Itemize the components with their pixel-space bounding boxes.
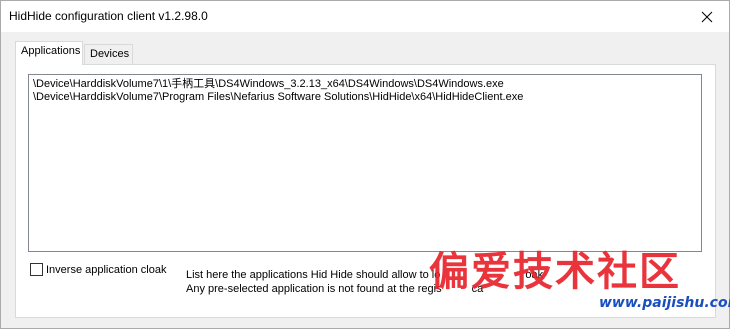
tab-applications[interactable]: Applications [15,41,83,65]
close-button[interactable] [685,1,729,32]
inverse-cloak-label: Inverse application cloak [46,263,167,276]
inverse-cloak-checkbox[interactable] [30,263,43,276]
close-icon [701,11,713,22]
list-item[interactable]: \Device\HarddiskVolume7\1\手柄工具\DS4Window… [33,78,697,91]
window-title: HidHide configuration client v1.2.98.0 [9,9,208,23]
tab-applications-label: Applications [21,45,81,57]
info-line-2: Any pre-selected application is not foun… [186,283,484,295]
tab-devices[interactable]: Devices [84,44,133,65]
info-line-1: List here the applications Hid Hide shou… [186,269,544,281]
hidhide-window: HidHide configuration client v1.2.98.0 A… [0,0,730,329]
applications-list[interactable]: \Device\HarddiskVolume7\1\手柄工具\DS4Window… [28,74,702,252]
list-item[interactable]: \Device\HarddiskVolume7\Program Files\Ne… [33,91,697,104]
tab-devices-label: Devices [90,48,130,60]
title-bar: HidHide configuration client v1.2.98.0 [1,1,729,32]
info-text: List here the applications Hid Hide shou… [186,268,543,296]
inverse-cloak-option[interactable]: Inverse application cloak [30,263,166,276]
applications-panel: \Device\HarddiskVolume7\1\手柄工具\DS4Window… [15,64,716,318]
